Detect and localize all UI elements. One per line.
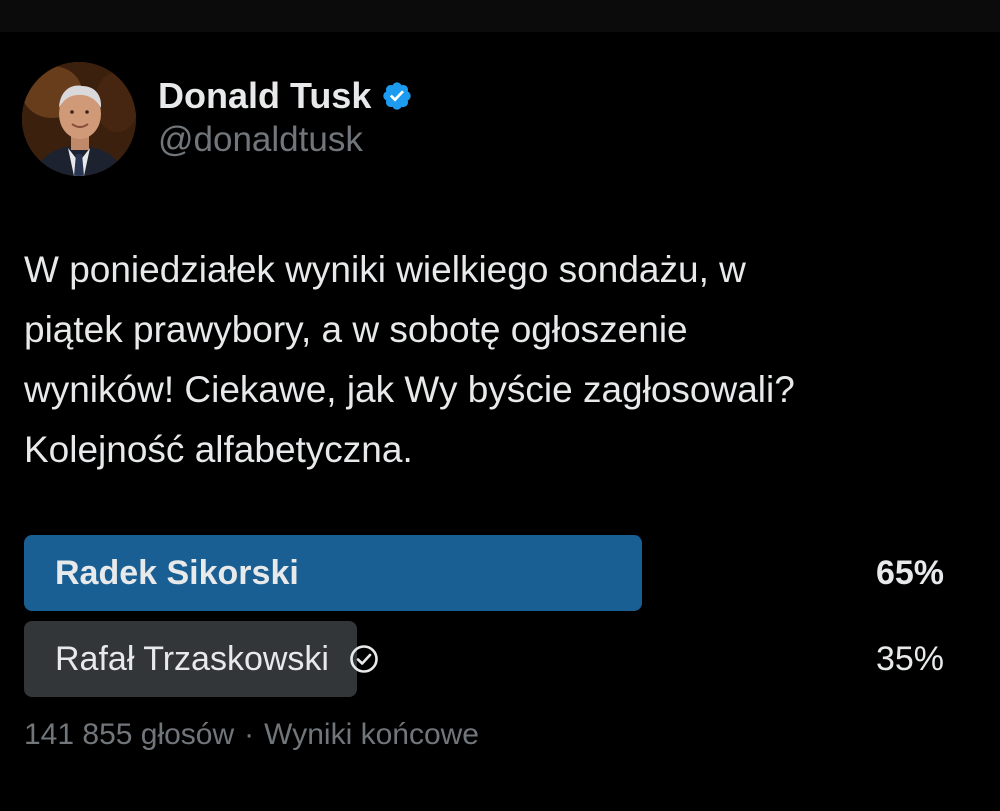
poll-option-radek-sikorski[interactable]: Radek Sikorski 65% [24, 535, 964, 611]
poll-vote-count: 141 855 głosów [24, 718, 235, 751]
poll-option-label-row: Rafał Trzaskowski [55, 621, 381, 697]
poll-option-label-row: Radek Sikorski [55, 535, 299, 611]
poll-option-percent: 35% [875, 639, 944, 678]
tweet-text: W poniedziałek wyniki wielkiego sondażu,… [24, 249, 795, 470]
author-name-row: Donald Tusk [158, 72, 413, 120]
poll-option-label: Rafał Trzaskowski [55, 639, 329, 678]
user-handle[interactable]: @donaldtusk [158, 120, 363, 160]
poll-status: Wyniki końcowe [264, 718, 479, 751]
poll-option-rafal-trzaskowski[interactable]: Rafał Trzaskowski 35% [24, 621, 964, 697]
check-circle-icon [350, 645, 378, 673]
top-strip [0, 0, 1000, 32]
poll-option-percent: 65% [875, 553, 944, 592]
avatar[interactable] [22, 62, 136, 176]
poll-footer-separator: · [244, 718, 255, 751]
display-name[interactable]: Donald Tusk [158, 75, 371, 117]
avatar-photo-icon [22, 62, 136, 176]
poll-option-label: Radek Sikorski [55, 553, 299, 592]
verified-badge-icon[interactable] [381, 80, 413, 112]
poll-footer: 141 855 głosów · Wyniki końcowe [24, 718, 479, 752]
